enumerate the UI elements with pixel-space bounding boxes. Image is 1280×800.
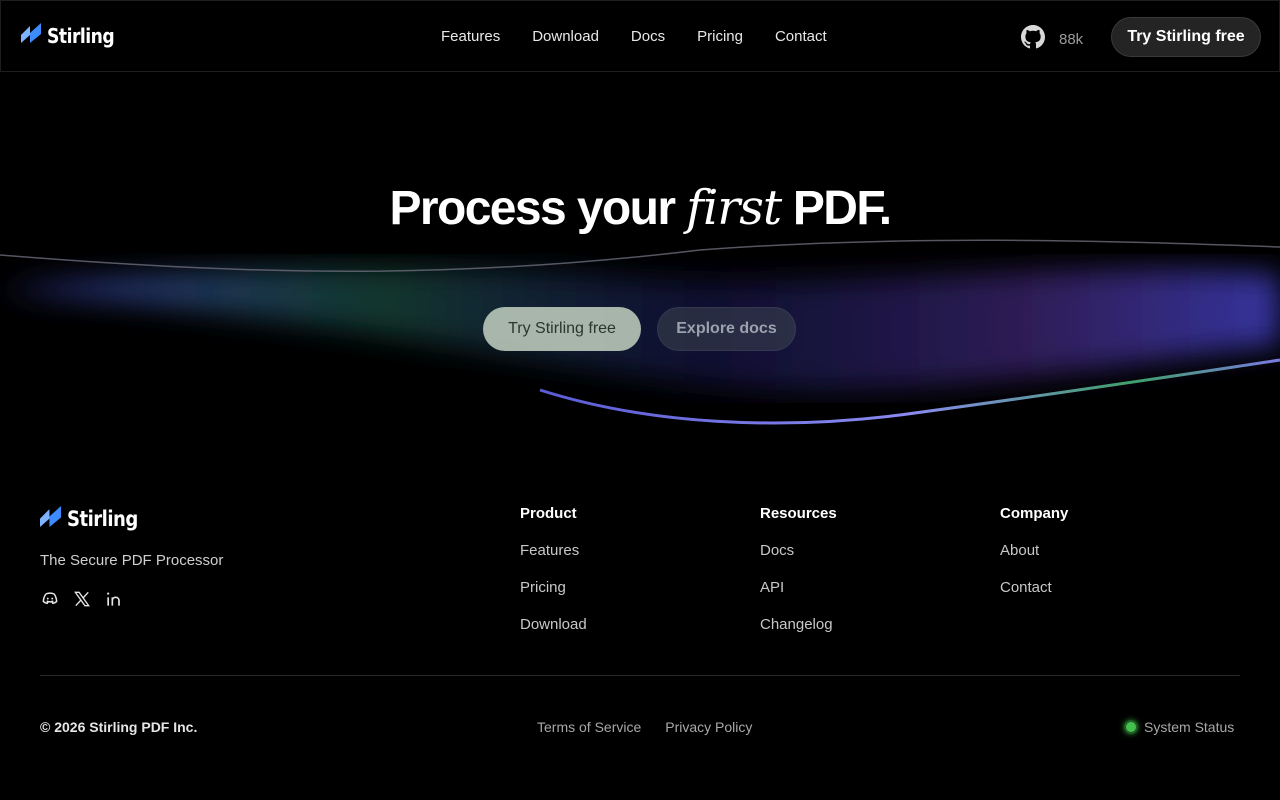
github-link[interactable]: 88k xyxy=(1021,25,1083,54)
footer-link-download[interactable]: Download xyxy=(520,616,587,634)
main-nav: Features Download Docs Pricing Contact xyxy=(441,28,859,46)
footer-link-pricing[interactable]: Pricing xyxy=(520,579,587,597)
copyright-text: © 2026 Stirling PDF Inc. xyxy=(40,719,198,735)
logo-icon xyxy=(21,23,41,48)
footer-divider xyxy=(40,675,1240,676)
hero-try-button[interactable]: Try Stirling free xyxy=(483,307,641,351)
footer-column-heading: Resources xyxy=(760,505,837,522)
brand-name: Stirling xyxy=(47,23,115,48)
hero-title-accent: first xyxy=(686,180,782,236)
footer-link-features[interactable]: Features xyxy=(520,542,587,560)
footer-link-api[interactable]: API xyxy=(760,579,837,597)
footer-column-heading: Product xyxy=(520,505,577,522)
site-header: Stirling Features Download Docs Pricing … xyxy=(0,0,1280,72)
footer-column-company: Company About Contact xyxy=(1000,505,1068,616)
nav-contact[interactable]: Contact xyxy=(775,28,827,46)
github-star-count: 88k xyxy=(1059,31,1084,48)
github-icon xyxy=(1021,25,1045,54)
nav-pricing[interactable]: Pricing xyxy=(697,28,743,46)
footer-column-resources: Resources Docs API Changelog xyxy=(760,505,837,653)
x-icon[interactable] xyxy=(72,589,92,609)
footer-brand-name: Stirling xyxy=(67,507,138,531)
nav-download[interactable]: Download xyxy=(532,28,599,46)
footer-link-docs[interactable]: Docs xyxy=(760,542,837,560)
footer-link-contact[interactable]: Contact xyxy=(1000,579,1068,597)
footer-column-product: Product Features Pricing Download xyxy=(520,505,587,653)
header-cta-button[interactable]: Try Stirling free xyxy=(1111,17,1261,57)
system-status-link[interactable]: System Status xyxy=(1144,719,1234,735)
footer-logo[interactable]: Stirling xyxy=(40,506,149,532)
linkedin-icon[interactable] xyxy=(104,589,124,609)
terms-link[interactable]: Terms of Service xyxy=(537,719,641,735)
hero-docs-button[interactable]: Explore docs xyxy=(657,307,796,351)
nav-docs[interactable]: Docs xyxy=(631,28,665,46)
footer-column-heading: Company xyxy=(1000,505,1069,522)
discord-icon[interactable] xyxy=(40,589,60,609)
social-links xyxy=(40,589,124,609)
footer-link-about[interactable]: About xyxy=(1000,542,1068,560)
logo-icon xyxy=(40,506,61,532)
nav-features[interactable]: Features xyxy=(441,28,500,46)
system-status[interactable]: System Status xyxy=(1124,719,1234,735)
footer-link-changelog[interactable]: Changelog xyxy=(760,616,837,634)
header-logo[interactable]: Stirling xyxy=(21,23,125,48)
legal-links: Terms of Service Privacy Policy xyxy=(537,719,752,735)
footer-tagline: The Secure PDF Processor xyxy=(40,552,224,569)
status-indicator-icon xyxy=(1124,720,1138,734)
privacy-link[interactable]: Privacy Policy xyxy=(665,719,752,735)
hero-title-after: PDF. xyxy=(781,182,892,235)
hero-title: Process your first PDF. xyxy=(0,180,1280,236)
hero-title-before: Process your xyxy=(389,182,687,235)
